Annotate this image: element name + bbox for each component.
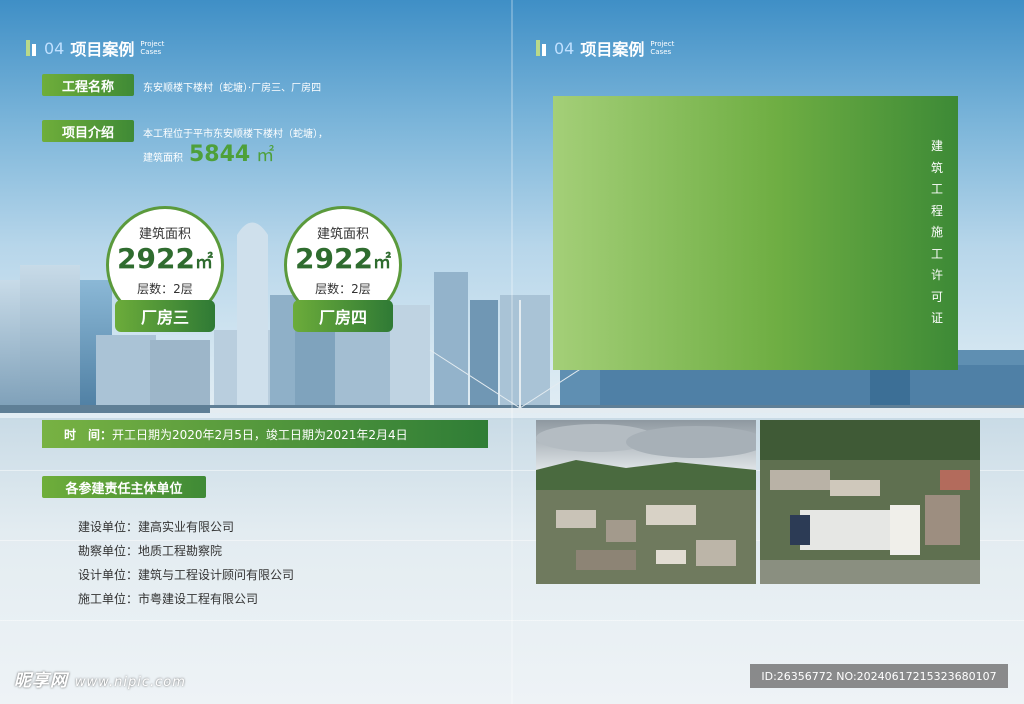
permit-char: 许 xyxy=(930,268,943,282)
project-area: 建筑面积 5844 ㎡ xyxy=(143,141,274,167)
section-number: 04 xyxy=(44,38,65,58)
project-name-label: 工程名称 xyxy=(42,74,134,96)
construction-permit-panel: 建筑工程施工许可证 xyxy=(553,96,958,370)
badge-area: 2922㎡ xyxy=(295,242,391,275)
section-en: Project Cases xyxy=(650,40,675,56)
unit-row: 建设单位：建高实业有限公司 xyxy=(78,520,235,534)
aerial-photo-1 xyxy=(536,420,756,584)
permit-char: 证 xyxy=(930,311,943,325)
section-number: 04 xyxy=(554,38,575,58)
page-fold xyxy=(511,0,513,704)
watermark-logo: 昵享网 www.nipic.com xyxy=(14,671,186,691)
section-mark-icon xyxy=(26,40,38,56)
badge-floors: 层数：2层 xyxy=(137,282,193,296)
badge-title: 建筑面积 xyxy=(316,227,369,242)
area-label: 建筑面积 xyxy=(143,153,183,164)
project-intro-label: 项目介绍 xyxy=(42,120,134,142)
permit-char: 筑 xyxy=(930,160,943,175)
section-title: 项目案例 xyxy=(70,40,135,59)
building-label-3: 厂房三 xyxy=(115,300,215,332)
permit-char: 程 xyxy=(930,203,943,218)
unit-row: 勘察单位：地质工程勘察院 xyxy=(78,544,223,558)
project-intro-text: 本工程位于平市东安顺楼下楼村（蛇塘）， xyxy=(143,129,328,140)
unit-row: 设计单位：建筑与工程设计顾问有限公司 xyxy=(78,568,295,582)
time-value: 开工日期为2020年2月5日，竣工日期为2021年2月4日 xyxy=(112,427,408,442)
time-label: 时 间： xyxy=(64,427,113,442)
aerial-photo-2 xyxy=(760,420,980,584)
project-name-value: 东安顺楼下楼村（蛇塘）·厂房三、厂房四 xyxy=(143,83,322,94)
building-label-4: 厂房四 xyxy=(293,300,393,332)
section-en: Project Cases xyxy=(140,40,165,56)
section-mark-icon xyxy=(536,40,548,56)
permit-char: 可 xyxy=(930,289,943,304)
area-unit: ㎡ xyxy=(256,145,275,166)
permit-char: 施 xyxy=(930,225,943,239)
badge-area: 2922㎡ xyxy=(117,242,213,275)
time-bar: 时 间： 开工日期为2020年2月5日，竣工日期为2021年2月4日 xyxy=(42,420,488,448)
permit-char: 工 xyxy=(930,182,943,196)
unit-row: 施工单位：市粤建设工程有限公司 xyxy=(78,592,259,606)
area-value: 5844 xyxy=(189,142,251,167)
permit-char: 工 xyxy=(930,246,943,261)
permit-vertical-title: 建筑工程施工许可证 xyxy=(930,136,944,330)
section-header-right: 04 项目案例 Project Cases xyxy=(536,36,674,60)
units-label: 各参建责任主体单位 xyxy=(42,476,206,498)
section-title: 项目案例 xyxy=(580,40,645,59)
section-header-left: 04 项目案例 Project Cases xyxy=(26,36,164,60)
permit-char: 建 xyxy=(930,139,943,153)
badge-title: 建筑面积 xyxy=(138,227,191,242)
badge-floors: 层数：2层 xyxy=(315,282,371,296)
id-bar: ID:26356772 NO:20240617215323680107 xyxy=(750,664,1008,688)
